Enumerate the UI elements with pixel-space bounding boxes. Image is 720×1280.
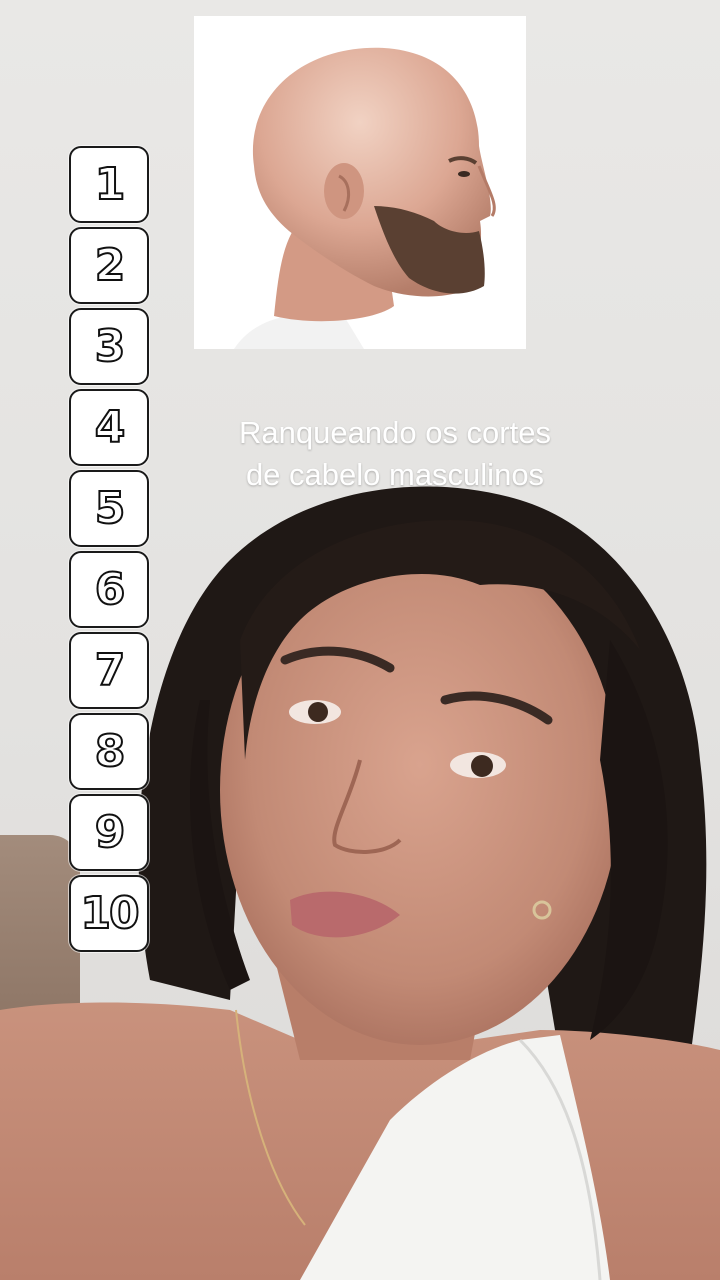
rank-number: 10 <box>79 887 140 939</box>
reference-haircut-image <box>194 16 526 349</box>
rank-slot-4: 4 <box>69 389 149 466</box>
rank-number: 3 <box>94 320 127 372</box>
rank-slot-7: 7 <box>69 632 149 709</box>
rank-number: 5 <box>94 482 127 534</box>
rank-slot-8: 8 <box>69 713 149 790</box>
rank-slot-2: 2 <box>69 227 149 304</box>
rank-slot-10: 10 <box>69 875 149 952</box>
rank-number: 6 <box>94 563 127 615</box>
rank-number: 8 <box>94 725 127 777</box>
video-caption: Ranqueando os cortes de cabelo masculino… <box>180 412 610 496</box>
rank-slot-5: 5 <box>69 470 149 547</box>
rank-slot-1: 1 <box>69 146 149 223</box>
rank-number: 2 <box>94 239 127 291</box>
rank-number: 4 <box>94 401 127 453</box>
rank-slot-9: 9 <box>69 794 149 871</box>
video-frame: 1 2 3 4 5 6 7 8 9 10 Ranqueando os corte… <box>0 0 720 1280</box>
rank-number: 9 <box>94 806 127 858</box>
rank-number: 7 <box>94 644 127 696</box>
bald-man-profile-illustration <box>194 16 526 349</box>
rank-number: 1 <box>94 158 127 210</box>
ranking-list: 1 2 3 4 5 6 7 8 9 10 <box>69 146 153 952</box>
caption-line-1: Ranqueando os cortes <box>239 415 551 450</box>
rank-slot-3: 3 <box>69 308 149 385</box>
caption-line-2: de cabelo masculinos <box>245 457 545 492</box>
rank-slot-6: 6 <box>69 551 149 628</box>
